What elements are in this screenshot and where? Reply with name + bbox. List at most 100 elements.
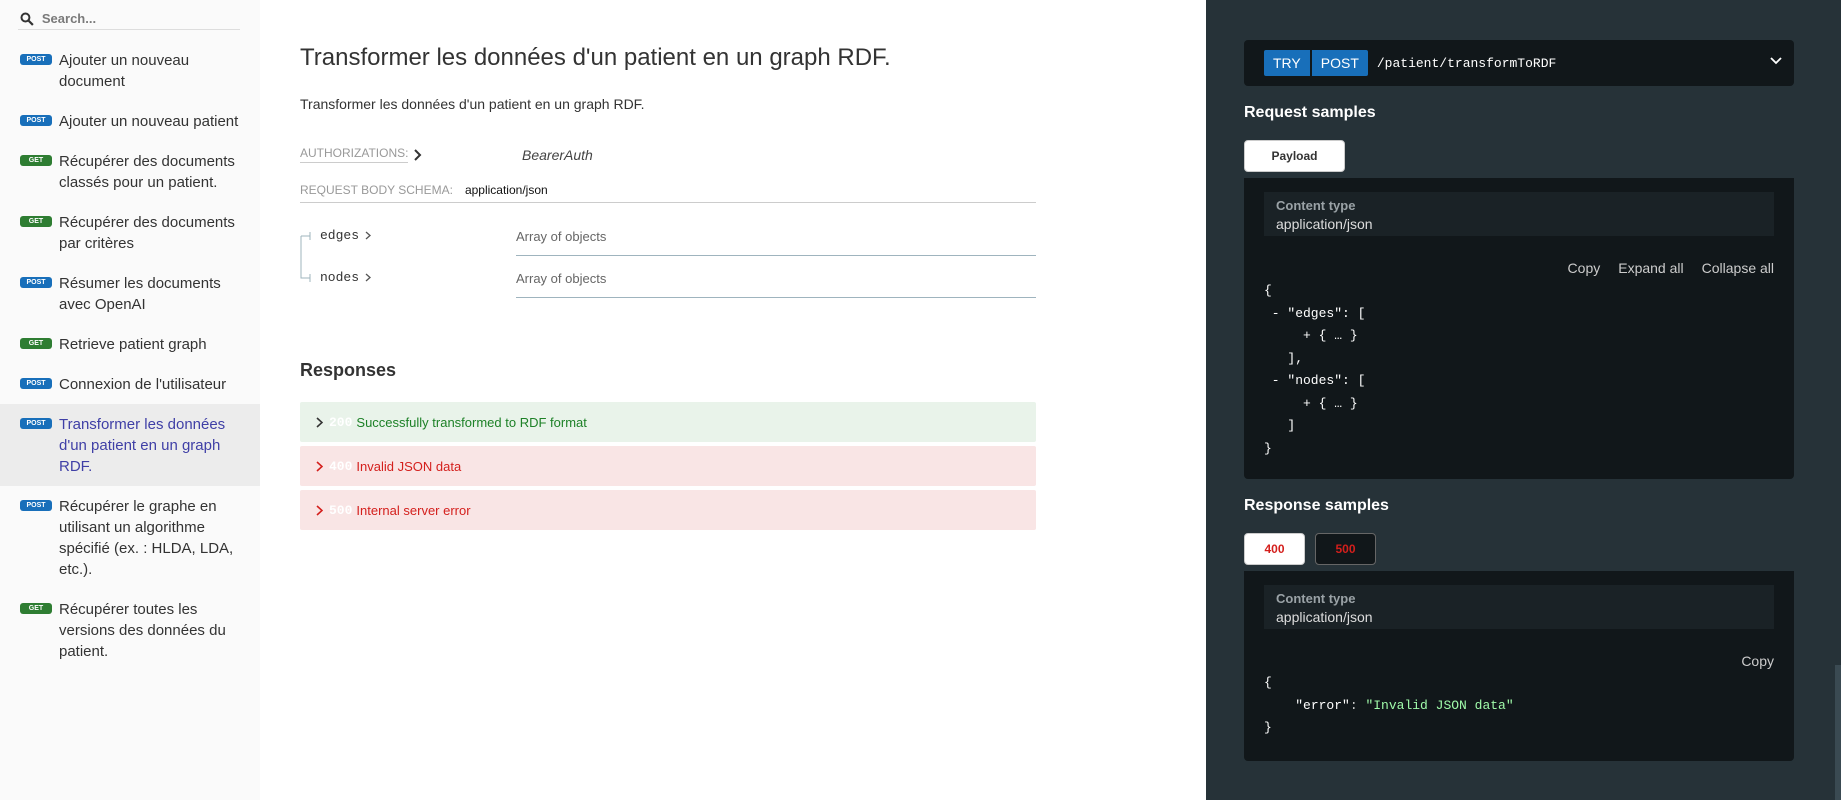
- method-badge: GET: [20, 216, 52, 227]
- response-code: 500: [329, 502, 353, 518]
- schema-label: REQUEST BODY SCHEMA:: [300, 183, 453, 197]
- method-badge: GET: [20, 603, 52, 614]
- operation-description: Transformer les données d'un patient en …: [300, 96, 645, 112]
- response-text: Successfully transformed to RDF format: [356, 414, 587, 430]
- search-icon: [20, 12, 34, 26]
- page-title: Transformer les données d'un patient en …: [300, 44, 891, 71]
- method-badge: POST: [20, 277, 52, 288]
- sidebar-item-label: Connexion de l'utilisateur: [59, 376, 227, 393]
- property-type: Array of objects: [516, 271, 607, 286]
- schema-content-type: application/json: [464, 183, 548, 197]
- json-line-nodes[interactable]: - "nodes": [: [1264, 370, 1366, 393]
- property-edges[interactable]: edges Array of objects: [300, 220, 1036, 262]
- scrollbar[interactable]: [1835, 665, 1841, 800]
- sidebar-item-patient-versions[interactable]: GET Récupérer toutes les versions des do…: [0, 589, 260, 671]
- chevron-right-icon: [316, 460, 323, 472]
- collapse-all-button[interactable]: Collapse all: [1702, 260, 1774, 276]
- sidebar-item-graph-algorithm[interactable]: POST Récupérer le graphe en utilisant un…: [0, 486, 260, 589]
- sidebar-item-label: Récupérer le graphe en utilisant un algo…: [59, 498, 234, 578]
- search-bar: [18, 8, 240, 30]
- authorizations-row: AUTHORIZATIONS: BearerAuth: [300, 146, 995, 163]
- method-badge: POST: [20, 500, 52, 511]
- copy-button[interactable]: Copy: [1741, 653, 1774, 669]
- endpoint-bar[interactable]: TRY POST /patient/transformToRDF: [1244, 40, 1794, 86]
- response-text: Invalid JSON data: [356, 458, 462, 474]
- try-button[interactable]: TRY: [1264, 50, 1310, 76]
- content-type-label: Content type: [1276, 591, 1356, 606]
- tab-payload[interactable]: Payload: [1244, 140, 1345, 172]
- method-badge: GET: [20, 155, 52, 166]
- json-line: {: [1264, 283, 1272, 298]
- method-badge: POST: [20, 115, 52, 126]
- responses-heading: Responses: [300, 360, 397, 380]
- copy-button[interactable]: Copy: [1568, 260, 1601, 276]
- json-line: }: [1264, 440, 1272, 456]
- property-nodes[interactable]: nodes Array of objects: [300, 262, 1036, 304]
- tree-line-icon: [300, 262, 311, 282]
- expand-all-button[interactable]: Expand all: [1618, 260, 1683, 276]
- response-500[interactable]: 500 Internal server error: [300, 490, 1036, 530]
- json-key: "error": [1295, 697, 1350, 713]
- response-400[interactable]: 400 Invalid JSON data: [300, 446, 1036, 486]
- tree-line-icon: [300, 232, 311, 262]
- schema-properties: edges Array of objects nodes Array of ob…: [300, 220, 1036, 304]
- authorizations-label[interactable]: AUTHORIZATIONS:: [300, 146, 409, 163]
- request-sample-box: Content type application/json Copy Expan…: [1244, 178, 1794, 479]
- request-body-schema: REQUEST BODY SCHEMA: application/json: [300, 183, 1036, 203]
- chevron-down-icon[interactable]: [1770, 57, 1782, 65]
- tab-400[interactable]: 400: [1244, 533, 1305, 565]
- chevron-right-icon: [316, 504, 323, 516]
- method-badge: POST: [20, 378, 52, 389]
- chevron-right-icon[interactable]: [413, 148, 423, 161]
- sidebar-item-login[interactable]: POST Connexion de l'utilisateur: [0, 364, 260, 404]
- json-line: ]: [1264, 418, 1296, 433]
- json-line: {: [1264, 675, 1272, 690]
- property-name-text: edges: [320, 228, 360, 243]
- sidebar-item-retrieve-graph[interactable]: GET Retrieve patient graph: [0, 324, 260, 364]
- sidebar-item-add-document[interactable]: POST Ajouter un nouveau document: [0, 40, 260, 101]
- response-samples-title: Response samples: [1244, 497, 1389, 514]
- json-line-edges[interactable]: - "edges": [: [1264, 303, 1366, 326]
- divider: [516, 255, 1036, 256]
- tab-500[interactable]: 500: [1315, 533, 1376, 565]
- response-text: Internal server error: [356, 502, 471, 518]
- property-type: Array of objects: [516, 229, 607, 244]
- sidebar-item-label: Récupérer des documents classés pour un …: [59, 153, 235, 191]
- sidebar-item-label: Retrieve patient graph: [59, 336, 207, 353]
- content-type-box: Content type application/json: [1264, 192, 1774, 236]
- endpoint-path: /patient/transformToRDF: [1376, 55, 1557, 71]
- property-name-text: nodes: [320, 270, 360, 285]
- json-line-error: "error": "Invalid JSON data": [1264, 695, 1513, 718]
- sidebar-menu: POST Ajouter un nouveau document POST Aj…: [0, 40, 260, 671]
- sample-actions: Copy Expand all Collapse all: [1568, 260, 1774, 276]
- chevron-right-icon: [365, 273, 372, 282]
- content-type-label: Content type: [1276, 198, 1356, 213]
- response-200[interactable]: 200 Successfully transformed to RDF form…: [300, 402, 1036, 442]
- property-name[interactable]: edges: [320, 228, 372, 243]
- json-colon: :: [1349, 697, 1366, 713]
- samples-panel: TRY POST /patient/transformToRDF Request…: [1206, 0, 1841, 800]
- json-line: }: [1264, 720, 1272, 735]
- json-line: ],: [1264, 350, 1304, 366]
- chevron-right-icon: [316, 416, 323, 428]
- content-type-box: Content type application/json: [1264, 585, 1774, 629]
- search-input[interactable]: [41, 11, 240, 26]
- property-name[interactable]: nodes: [320, 270, 372, 285]
- sidebar-item-label: Transformer les données d'un patient en …: [59, 416, 226, 475]
- sidebar-item-label: Ajouter un nouveau document: [59, 52, 190, 90]
- chevron-right-icon: [365, 231, 372, 240]
- auth-scheme: BearerAuth: [522, 146, 593, 163]
- json-line-nodes-item[interactable]: + { … }: [1264, 393, 1365, 416]
- method-badge: POST: [20, 54, 52, 65]
- request-samples-title: Request samples: [1244, 104, 1376, 121]
- response-code: 400: [329, 458, 353, 474]
- sidebar-item-label: Résumer les documents avec OpenAI: [59, 275, 221, 313]
- request-json: { - "edges": [ + { … } ], - "nodes": [ +…: [1264, 280, 1365, 460]
- json-line-edges-item[interactable]: + { … }: [1264, 325, 1365, 348]
- sidebar-item-get-documents-criteria[interactable]: GET Récupérer des documents par critères: [0, 202, 260, 263]
- method-badge: GET: [20, 338, 52, 349]
- sidebar-item-transform-rdf[interactable]: POST Transformer les données d'un patien…: [0, 404, 260, 486]
- sidebar-item-add-patient[interactable]: POST Ajouter un nouveau patient: [0, 101, 260, 141]
- sidebar-item-get-classified-documents[interactable]: GET Récupérer des documents classés pour…: [0, 141, 260, 202]
- sidebar-item-summarize-openai[interactable]: POST Résumer les documents avec OpenAI: [0, 263, 260, 324]
